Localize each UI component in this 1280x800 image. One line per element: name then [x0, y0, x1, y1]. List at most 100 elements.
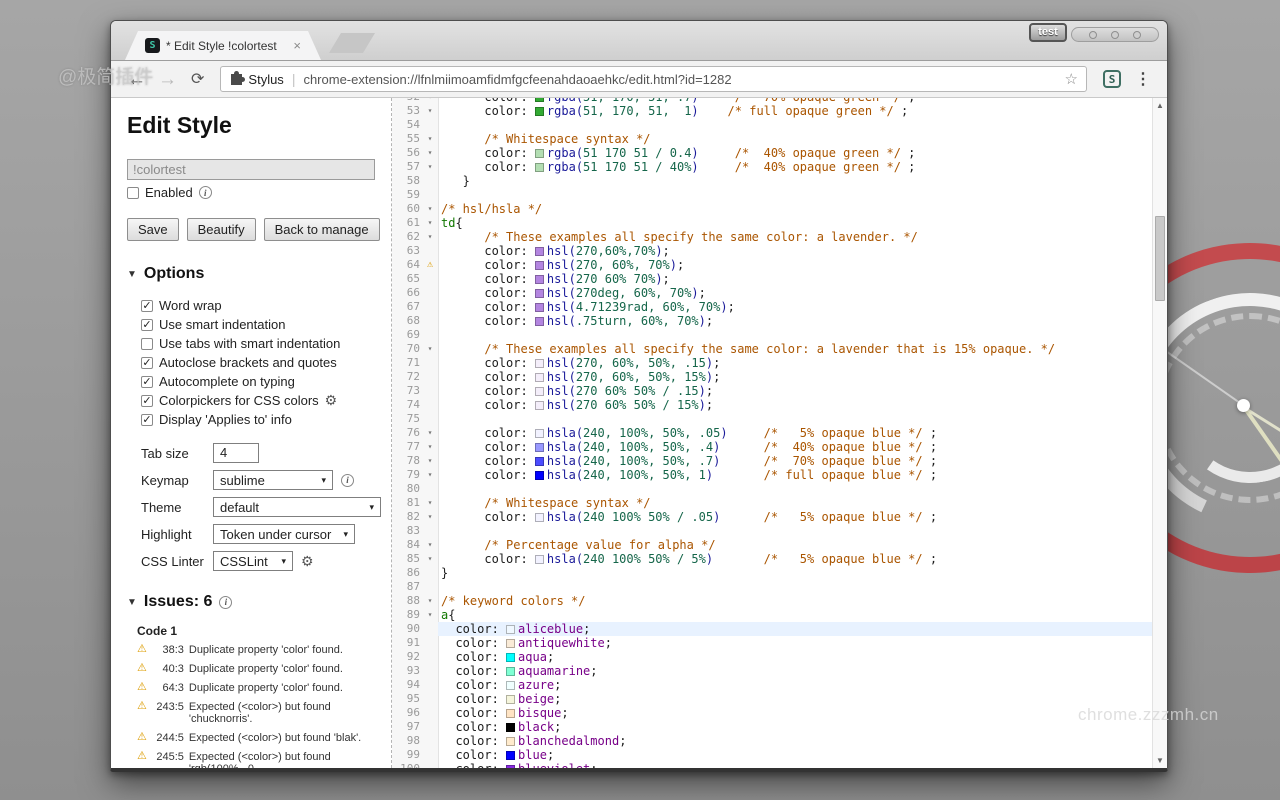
beautify-button[interactable]: Beautify	[187, 218, 256, 241]
color-swatch[interactable]	[535, 275, 544, 284]
issue-item[interactable]: ⚠244:5Expected (<color>) but found 'blak…	[137, 732, 381, 744]
keymap-select[interactable]: sublime▾	[213, 470, 333, 490]
gear-icon[interactable]: ⚙	[301, 555, 314, 568]
back-button[interactable]: ←	[127, 70, 146, 89]
fold-arrow-icon[interactable]: ▾	[422, 594, 438, 608]
code-line-97[interactable]: 97 color: black;	[392, 720, 1152, 734]
new-tab-button[interactable]	[329, 33, 375, 53]
color-swatch[interactable]	[506, 653, 515, 662]
color-swatch[interactable]	[535, 149, 544, 158]
bookmark-star-icon[interactable]: ☆	[1065, 70, 1078, 88]
code-line-88[interactable]: 88▾/* keyword colors */	[392, 594, 1152, 608]
fold-arrow-icon[interactable]: ▾	[422, 454, 438, 468]
color-swatch[interactable]	[506, 667, 515, 676]
browser-menu-icon[interactable]: ⋮	[1135, 69, 1151, 89]
code-line-67[interactable]: 67 color: hsl(4.71239rad, 60%, 70%);	[392, 300, 1152, 314]
code-line-80[interactable]: 80	[392, 482, 1152, 496]
issue-item[interactable]: ⚠243:5Expected (<color>) but found 'chuc…	[137, 701, 381, 725]
code-line-99[interactable]: 99 color: blue;	[392, 748, 1152, 762]
fold-arrow-icon[interactable]: ▾	[422, 496, 438, 510]
code-line-66[interactable]: 66 color: hsl(270deg, 60%, 70%);	[392, 286, 1152, 300]
color-swatch[interactable]	[535, 98, 544, 102]
color-swatch[interactable]	[506, 709, 515, 718]
tab-close-icon[interactable]: ×	[293, 39, 301, 52]
code-line-90[interactable]: 90 color: aliceblue;	[392, 622, 1152, 636]
fold-arrow-icon[interactable]: ▾	[422, 552, 438, 566]
enabled-info-icon[interactable]: i	[199, 186, 212, 199]
fold-arrow-icon[interactable]: ▾	[422, 146, 438, 160]
back-to-manage-button[interactable]: Back to manage	[264, 218, 380, 241]
color-swatch[interactable]	[535, 457, 544, 466]
color-swatch[interactable]	[535, 555, 544, 564]
code-line-77[interactable]: 77▾ color: hsla(240, 100%, 50%, .4) /* 4…	[392, 440, 1152, 454]
color-swatch[interactable]	[506, 695, 515, 704]
checkbox-word-wrap[interactable]: ✓	[141, 300, 153, 312]
code-line-68[interactable]: 68 color: hsl(.75turn, 60%, 70%);	[392, 314, 1152, 328]
code-line-93[interactable]: 93 color: aquamarine;	[392, 664, 1152, 678]
code-line-69[interactable]: 69	[392, 328, 1152, 342]
code-line-74[interactable]: 74 color: hsl(270 60% 50% / 15%);	[392, 398, 1152, 412]
checkbox-autocomplete-on-typing[interactable]: ✓	[141, 376, 153, 388]
color-swatch[interactable]	[535, 513, 544, 522]
color-swatch[interactable]	[506, 681, 515, 690]
url-bar[interactable]: Stylus | chrome-extension://lfnlmiimoamf…	[220, 66, 1087, 92]
code-line-91[interactable]: 91 color: antiquewhite;	[392, 636, 1152, 650]
code-line-65[interactable]: 65 color: hsl(270 60% 70%);	[392, 272, 1152, 286]
test-badge-button[interactable]: test	[1029, 23, 1067, 42]
issue-item[interactable]: ⚠40:3Duplicate property 'color' found.	[137, 663, 381, 675]
checkbox-display-applies-to-info[interactable]: ✓	[141, 414, 153, 426]
code-line-83[interactable]: 83	[392, 524, 1152, 538]
color-swatch[interactable]	[535, 471, 544, 480]
fold-arrow-icon[interactable]: ▾	[422, 160, 438, 174]
editor-scrollbar[interactable]: ▲ ▼	[1152, 98, 1167, 768]
color-swatch[interactable]	[535, 303, 544, 312]
color-swatch[interactable]	[535, 401, 544, 410]
code-line-55[interactable]: 55▾ /* Whitespace syntax */	[392, 132, 1152, 146]
options-header[interactable]: ▼ Options	[127, 265, 381, 283]
save-button[interactable]: Save	[127, 218, 179, 241]
color-swatch[interactable]	[506, 765, 515, 768]
code-line-92[interactable]: 92 color: aqua;	[392, 650, 1152, 664]
code-line-100[interactable]: 100 color: blueviolet;	[392, 762, 1152, 768]
code-line-72[interactable]: 72 color: hsl(270, 60%, 50%, 15%);	[392, 370, 1152, 384]
reload-button[interactable]: ⟳	[191, 69, 204, 89]
maximize-button[interactable]	[1111, 31, 1119, 39]
fold-arrow-icon[interactable]: ▾	[422, 230, 438, 244]
fold-arrow-icon[interactable]: ▾	[422, 608, 438, 622]
fold-arrow-icon[interactable]: ▾	[422, 510, 438, 524]
code-line-62[interactable]: 62▾ /* These examples all specify the sa…	[392, 230, 1152, 244]
issue-item[interactable]: ⚠245:5Expected (<color>) but found 'rgb(…	[137, 751, 381, 768]
color-swatch[interactable]	[506, 723, 515, 732]
fold-arrow-icon[interactable]: ▾	[422, 342, 438, 356]
code-line-60[interactable]: 60▾/* hsl/hsla */	[392, 202, 1152, 216]
color-swatch[interactable]	[506, 751, 515, 760]
code-line-98[interactable]: 98 color: blanchedalmond;	[392, 734, 1152, 748]
checkbox-colorpickers-for-css-colors[interactable]: ✓	[141, 395, 153, 407]
color-swatch[interactable]	[535, 107, 544, 116]
code-line-79[interactable]: 79▾ color: hsla(240, 100%, 50%, 1) /* fu…	[392, 468, 1152, 482]
code-line-53[interactable]: 53▾ color: rgba(51, 170, 51, 1) /* full …	[392, 104, 1152, 118]
code-line-87[interactable]: 87	[392, 580, 1152, 594]
code-line-75[interactable]: 75	[392, 412, 1152, 426]
theme-select[interactable]: default▾	[213, 497, 381, 517]
code-line-76[interactable]: 76▾ color: hsla(240, 100%, 50%, .05) /* …	[392, 426, 1152, 440]
code-line-59[interactable]: 59	[392, 188, 1152, 202]
code-line-58[interactable]: 58 }	[392, 174, 1152, 188]
code-line-95[interactable]: 95 color: beige;	[392, 692, 1152, 706]
code-line-86[interactable]: 86}	[392, 566, 1152, 580]
scroll-down-arrow[interactable]: ▼	[1153, 756, 1167, 765]
code-line-82[interactable]: 82▾ color: hsla(240 100% 50% / .05) /* 5…	[392, 510, 1152, 524]
fold-arrow-icon[interactable]: ▾	[422, 216, 438, 230]
color-swatch[interactable]	[535, 387, 544, 396]
code-editor[interactable]: 52▾ color: rgba(51, 170, 51, .7) /* 70% …	[392, 98, 1152, 768]
color-swatch[interactable]	[535, 429, 544, 438]
tab-size-input[interactable]: 4	[213, 443, 259, 463]
code-line-61[interactable]: 61▾td{	[392, 216, 1152, 230]
color-swatch[interactable]	[535, 163, 544, 172]
tab-edit-style[interactable]: S * Edit Style !colortest ×	[125, 31, 321, 60]
code-line-63[interactable]: 63 color: hsl(270,60%,70%);	[392, 244, 1152, 258]
close-window-button[interactable]	[1133, 31, 1141, 39]
code-line-57[interactable]: 57▾ color: rgba(51 170 51 / 40%) /* 40% …	[392, 160, 1152, 174]
code-line-73[interactable]: 73 color: hsl(270 60% 50% / .15);	[392, 384, 1152, 398]
color-swatch[interactable]	[535, 359, 544, 368]
